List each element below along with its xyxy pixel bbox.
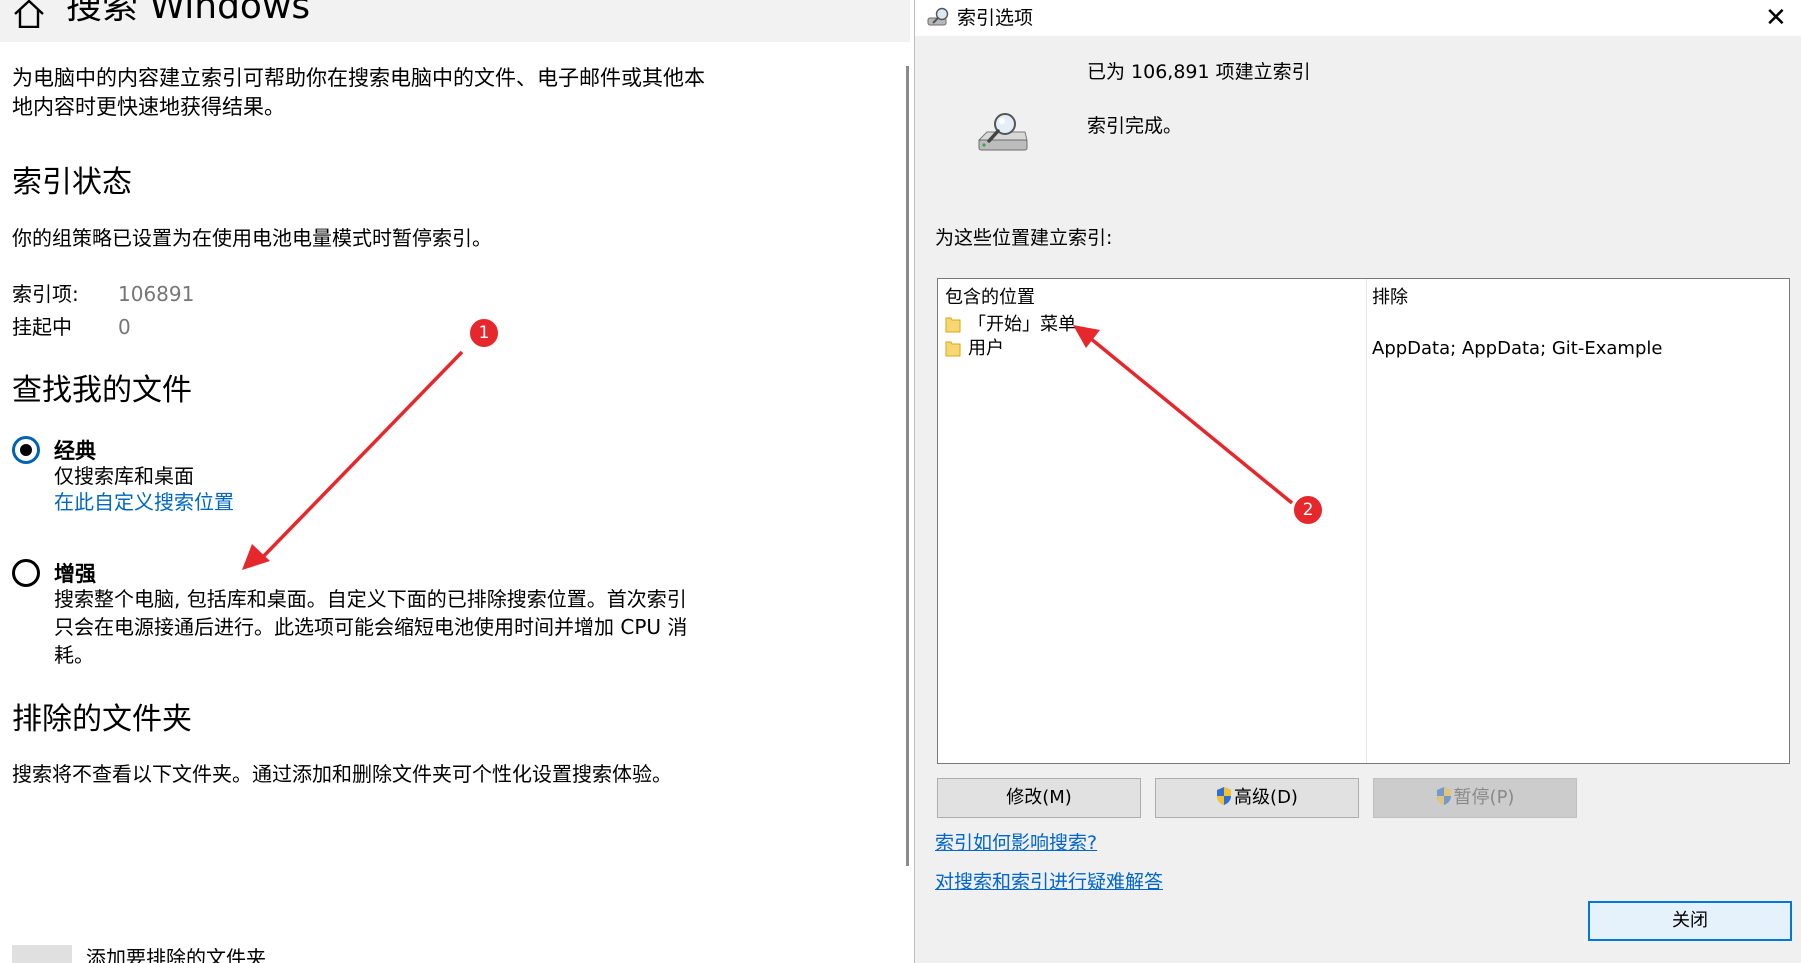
uac-shield-icon — [1436, 787, 1451, 805]
pending-label: 挂起中 — [12, 315, 72, 339]
indexing-state: 索引完成。 — [1087, 115, 1183, 137]
folder-icon — [945, 317, 961, 333]
enhanced-desc: 搜索整个电脑, 包括库和桌面。自定义下面的已排除搜索位置。首次索引只会在电源接通… — [54, 587, 688, 667]
advanced-button-label: 高级(D) — [1234, 787, 1298, 808]
close-button-label: 关闭 — [1672, 910, 1708, 931]
pause-button-label: 暂停(P) — [1453, 787, 1515, 808]
column-divider — [1366, 279, 1367, 763]
location-start-menu[interactable]: 「开始」菜单 — [968, 312, 1076, 338]
uac-shield-icon — [1217, 787, 1232, 805]
dialog-title-bar: 索引选项 ✕ — [915, 0, 1801, 36]
advanced-button[interactable]: 高级(D) — [1155, 778, 1359, 818]
folder-icon — [945, 341, 961, 357]
indexing-options-dialog: 索引选项 ✕ 已为 106,891 项建立索引 索引完成。 为这些位置建立索引:… — [914, 0, 1801, 963]
location-users[interactable]: 用户 — [968, 336, 1004, 362]
annotation-badge-1: 1 — [468, 317, 500, 349]
indexing-status-icon — [977, 113, 1028, 151]
enhanced-label[interactable]: 增强 — [54, 560, 96, 588]
locations-caption: 为这些位置建立索引: — [935, 227, 1113, 249]
home-icon[interactable] — [12, 0, 46, 28]
intro-text: 为电脑中的内容建立索引可帮助你在搜索电脑中的文件、电子邮件或其他本地内容时更快速… — [12, 66, 705, 119]
add-excluded-folder-button[interactable] — [12, 945, 72, 963]
classic-label[interactable]: 经典 — [54, 437, 96, 465]
find-files-heading: 查找我的文件 — [12, 373, 192, 408]
modify-button-label: 修改(M) — [1006, 787, 1072, 808]
troubleshoot-link[interactable]: 对搜索和索引进行疑难解答 — [935, 869, 1163, 895]
pending-value: 0 — [118, 315, 131, 339]
included-column-header[interactable]: 包含的位置 — [945, 285, 1035, 311]
annotation-badge-2: 2 — [1292, 494, 1324, 526]
classic-desc: 仅搜索库和桌面 — [54, 464, 194, 488]
excluded-heading: 排除的文件夹 — [12, 702, 192, 737]
indexing-icon — [927, 7, 949, 26]
customize-locations-link[interactable]: 在此自定义搜索位置 — [54, 488, 694, 516]
pause-button[interactable]: 暂停(P) — [1373, 778, 1577, 818]
classic-radio[interactable] — [12, 436, 40, 464]
close-icon[interactable]: ✕ — [1765, 4, 1787, 32]
indexed-count-status: 已为 106,891 项建立索引 — [1087, 61, 1311, 83]
enhanced-radio[interactable] — [12, 559, 40, 587]
settings-page: 搜索 Windows 为电脑中的内容建立索引可帮助你在搜索电脑中的文件、电子邮件… — [0, 0, 910, 963]
add-excluded-folder-label[interactable]: 添加要排除的文件夹 — [86, 944, 266, 963]
modify-button[interactable]: 修改(M) — [937, 778, 1141, 818]
scrollbar[interactable] — [906, 66, 909, 866]
page-title: 搜索 Windows — [66, 0, 311, 27]
excluded-column-header[interactable]: 排除 — [1372, 285, 1408, 311]
indexed-value: 106891 — [118, 282, 195, 306]
dialog-title: 索引选项 — [957, 7, 1034, 29]
index-status-heading: 索引状态 — [12, 165, 132, 200]
settings-header: 搜索 Windows — [0, 0, 910, 42]
indexed-label: 索引项: — [12, 282, 79, 306]
index-locations-list[interactable]: 包含的位置 排除 「开始」菜单 用户 AppData; AppData; Git… — [937, 278, 1790, 764]
how-indexing-affects-link[interactable]: 索引如何影响搜索? — [935, 830, 1097, 856]
close-button[interactable]: 关闭 — [1588, 901, 1792, 941]
excluded-desc: 搜索将不查看以下文件夹。通过添加和删除文件夹可个性化设置搜索体验。 — [12, 762, 672, 786]
policy-note: 你的组策略已设置为在使用电池电量模式时暂停索引。 — [12, 226, 492, 250]
location-users-exclude: AppData; AppData; Git-Example — [1372, 338, 1663, 359]
